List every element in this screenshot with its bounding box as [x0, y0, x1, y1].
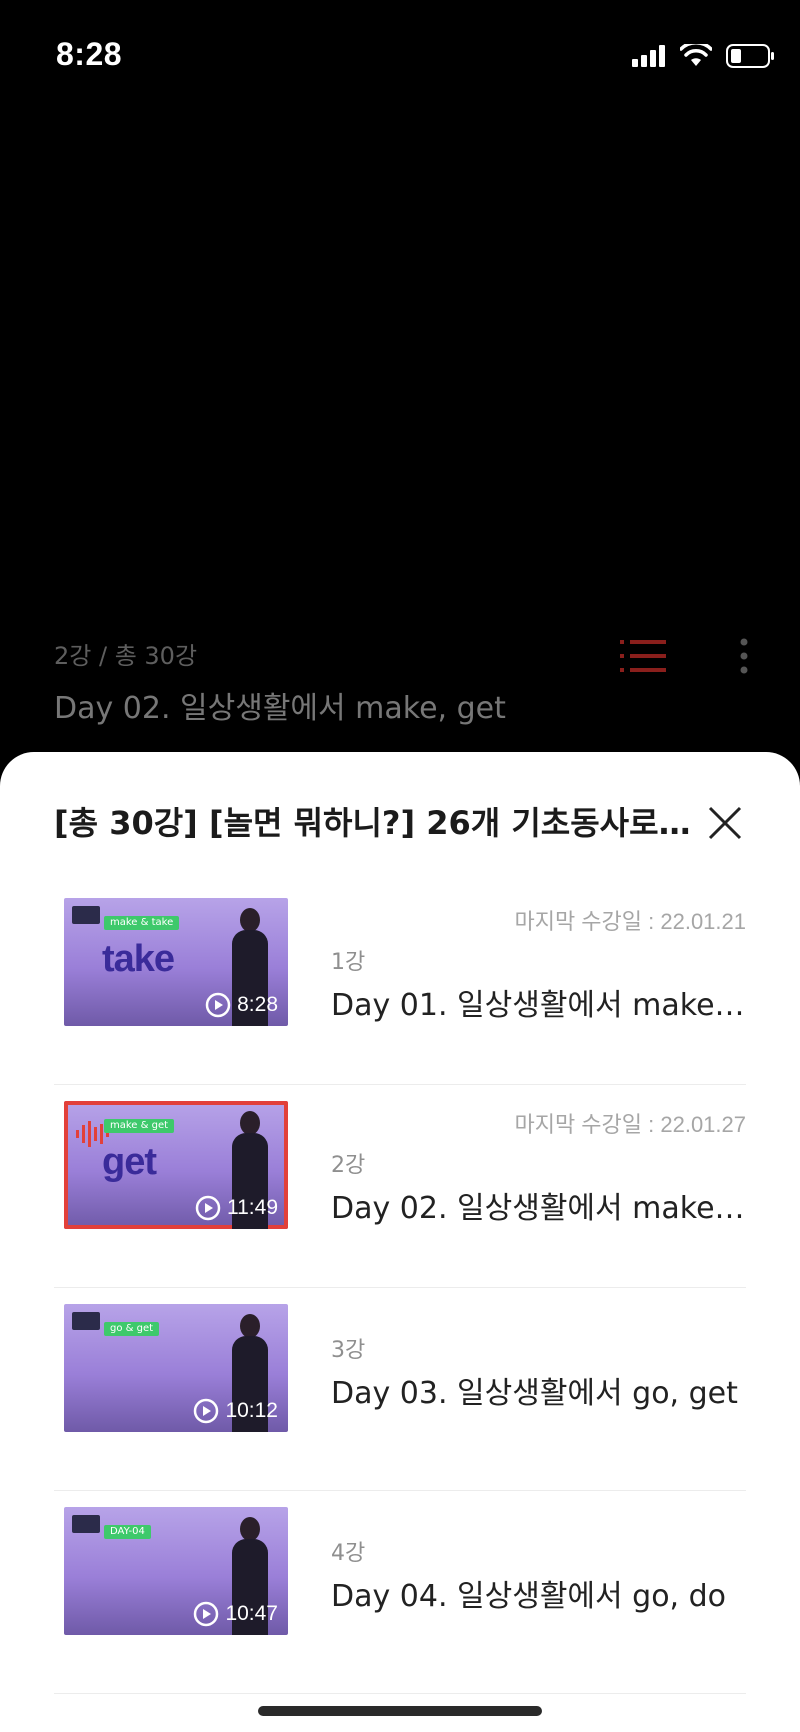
last-watched-date: 마지막 수강일 : 22.01.27 [514, 1112, 746, 1137]
lecture-thumbnail: go & get 10:12 [64, 1304, 288, 1432]
thumbnail-tag: DAY-04 [104, 1525, 151, 1539]
now-playing-info: 2강 / 총 30강 Day 02. 일상생활에서 make, get [54, 636, 506, 727]
last-watched-date: 마지막 수강일 : 22.01.21 [514, 909, 746, 934]
lecture-number: 2강 [331, 1153, 366, 1178]
status-time: 8:28 [56, 36, 123, 72]
play-circle-icon [205, 992, 231, 1018]
sheet-header: [총 30강] [놀면 뭐하니?] 26개 기초동사로 영어 정복하기 [54, 798, 744, 848]
lecture-thumbnail: DAY-04 10:47 [64, 1507, 288, 1635]
duration-text: 10:12 [225, 1399, 278, 1422]
lecture-number: 1강 [331, 950, 366, 975]
duration-badge: 11:49 [195, 1195, 278, 1221]
thumbnail-tag: go & get [104, 1322, 160, 1336]
lecture-title: Day 03. 일상생활에서 go, get [331, 1376, 738, 1411]
status-bar: 8:28 [0, 0, 800, 110]
lecture-thumbnail: make & get get 11:49 [64, 1101, 288, 1229]
lecture-thumbnail: make & take take 8:28 [64, 898, 288, 1026]
list-item[interactable]: make & take take 8:28 마지막 수강일 : 22.01.21… [54, 882, 746, 1085]
list-item[interactable]: make & get get 11:49 마지막 수강일 : 22.01.27 … [54, 1085, 746, 1288]
thumbnail-word: get [102, 1141, 157, 1183]
lecture-list: make & take take 8:28 마지막 수강일 : 22.01.21… [54, 882, 746, 1694]
thumbnail-word: take [102, 938, 175, 980]
channel-logo [72, 1515, 100, 1533]
lecture-list-sheet: [총 30강] [놀면 뭐하니?] 26개 기초동사로 영어 정복하기 make… [0, 752, 800, 1732]
duration-badge: 10:47 [193, 1601, 278, 1627]
lecture-number: 4강 [331, 1541, 366, 1566]
playlist-icon[interactable] [620, 636, 668, 676]
channel-logo [72, 1312, 100, 1330]
battery-icon [726, 44, 774, 68]
wifi-icon [680, 44, 712, 66]
list-item[interactable]: DAY-04 10:47 4강 Day 04. 일상생활에서 go, do [54, 1491, 746, 1694]
current-lecture-title: Day 02. 일상생활에서 make, get [54, 691, 506, 726]
duration-text: 8:28 [237, 993, 278, 1016]
duration-text: 11:49 [227, 1196, 278, 1219]
more-vertical-icon[interactable] [730, 636, 758, 676]
signal-icon [632, 45, 665, 67]
channel-logo [72, 906, 100, 924]
lecture-title: Day 04. 일상생활에서 go, do [331, 1579, 727, 1614]
duration-text: 10:47 [225, 1602, 278, 1625]
lecture-number: 3강 [331, 1338, 366, 1363]
play-circle-icon [194, 1601, 219, 1627]
lecture-progress-label: 2강 / 총 30강 [54, 642, 198, 670]
status-icons [632, 44, 776, 68]
play-circle-icon [194, 1398, 219, 1424]
home-indicator[interactable] [258, 1706, 542, 1716]
thumbnail-tag: make & take [104, 916, 180, 930]
lecture-title: Day 02. 일상생활에서 make, get [331, 1191, 746, 1226]
duration-badge: 10:12 [193, 1398, 278, 1424]
thumbnail-tag: make & get [104, 1119, 175, 1133]
lecture-title: Day 01. 일상생활에서 make, take [331, 988, 746, 1023]
list-item[interactable]: go & get 10:12 3강 Day 03. 일상생활에서 go, get [54, 1288, 746, 1491]
play-circle-icon [195, 1195, 221, 1221]
close-icon[interactable] [706, 804, 744, 842]
course-title: [총 30강] [놀면 뭐하니?] 26개 기초동사로 영어 정복하기 [54, 804, 694, 842]
duration-badge: 8:28 [205, 992, 278, 1018]
